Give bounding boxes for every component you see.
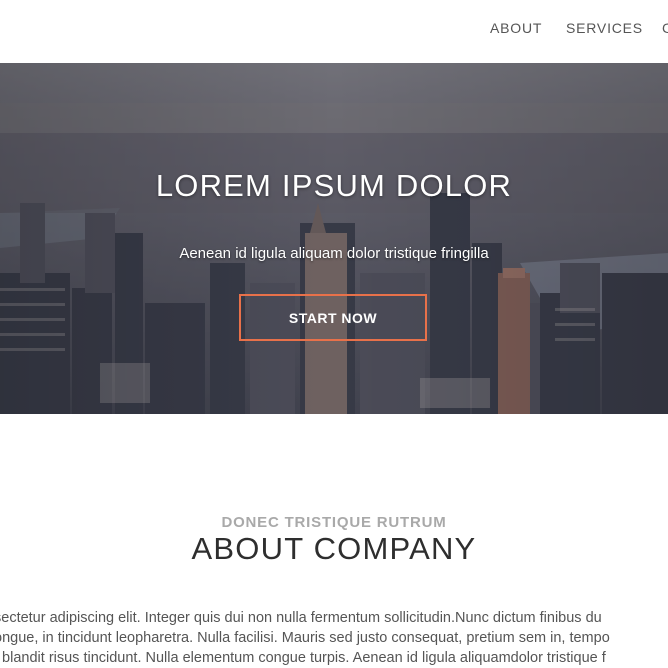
hero-title: LOREM IPSUM DOLOR <box>155 168 513 203</box>
about-paragraph: sectetur adipiscing elit. Integer quis d… <box>0 608 668 668</box>
nav-item-about[interactable]: ABOUT <box>490 20 542 36</box>
about-title: ABOUT COMPANY <box>191 531 477 566</box>
top-navbar: ABOUT SERVICES C <box>0 0 668 63</box>
nav-item-truncated[interactable]: C <box>662 20 668 36</box>
nav-item-services[interactable]: SERVICES <box>566 20 643 36</box>
start-now-button[interactable]: START NOW <box>239 294 427 341</box>
about-kicker: DONEC TRISTIQUE RUTRUM <box>221 514 447 531</box>
hero-section: LOREM IPSUM DOLOR Aenean id ligula aliqu… <box>0 63 668 414</box>
about-paragraph-line: ongue, in tincidunt leopharetra. Nulla f… <box>0 630 610 646</box>
about-paragraph-line: t blandit risus tincidunt. Nulla element… <box>0 650 606 666</box>
hero-subtitle: Aenean id ligula aliquam dolor tristique… <box>179 245 489 262</box>
hero-overlay <box>0 63 668 414</box>
about-paragraph-line: sectetur adipiscing elit. Integer quis d… <box>0 610 602 626</box>
